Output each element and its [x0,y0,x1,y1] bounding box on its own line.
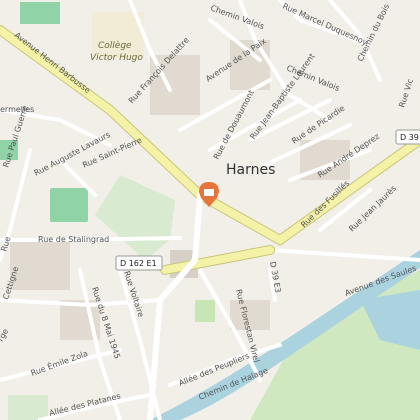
sports-pitch [50,188,88,222]
shield-d162: D 162 E1 [115,255,163,271]
shield-d39-label: D 39 [400,133,419,142]
road-label-stalingrad: Rue de Stalingrad [38,235,109,244]
road-label-vermelles: ermelles [0,105,34,114]
shield-d39: D 39 [395,129,420,145]
map-canvas[interactable]: Avenue Henri Barbusse Rue Auguste Lavaur… [0,0,420,420]
shield-d162-label: D 162 E1 [120,259,157,268]
map-layer: Avenue Henri Barbusse Rue Auguste Lavaur… [0,0,420,420]
place-label: Harnes [226,162,275,178]
poi-college-line2: Victor Hugo [90,53,143,63]
poi-college-line1: Collège [98,40,132,51]
